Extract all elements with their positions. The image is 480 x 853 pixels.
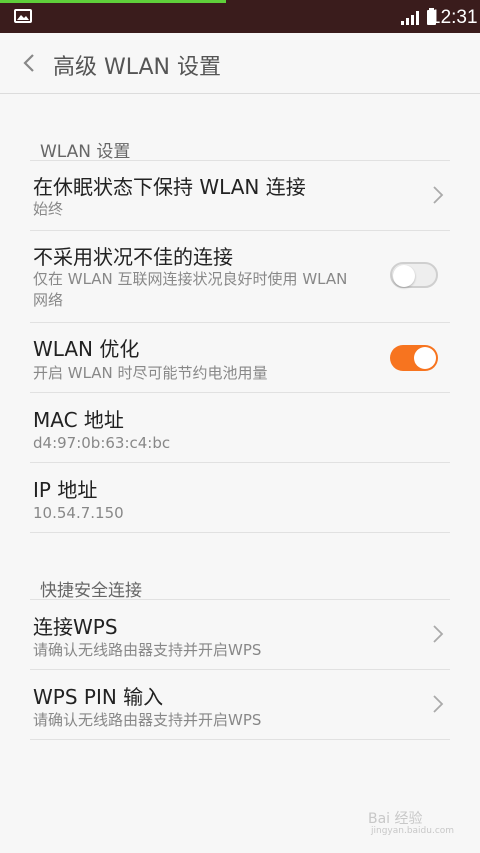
chevron-right-icon [433,186,444,204]
status-bar: 12:31 [0,0,480,33]
chevron-left-icon[interactable] [18,51,40,75]
watermark-sub: jingyan.baidu.com [371,826,455,836]
toggle-knob [414,347,436,369]
photo-icon [14,9,32,23]
wlan-optimization-toggle[interactable] [390,345,438,371]
setting-description: 请确认无线路由器支持并开启WPS [33,711,262,729]
setting-label: WPS PIN 输入 [33,685,164,709]
setting-wlan-optimization[interactable]: WLAN 优化 开启 WLAN 时尽可能节约电池用量 [30,323,450,393]
watermark: Bai 经验 jingyan.baidu.com [368,808,454,836]
chevron-right-icon [433,695,444,713]
setting-label: 在休眠状态下保持 WLAN 连接 [33,175,306,199]
page-title: 高级 WLAN 设置 [53,55,222,80]
setting-avoid-poor-connection[interactable]: 不采用状况不佳的连接 仅在 WLAN 互联网连接状况良好时使用 WLAN 网络 [30,231,450,323]
toggle-knob [393,265,415,287]
avoid-poor-connection-toggle[interactable] [390,262,438,288]
setting-description: 仅在 WLAN 互联网连接状况良好时使用 WLAN 网络 [33,270,348,309]
setting-connect-wps[interactable]: 连接WPS 请确认无线路由器支持并开启WPS [30,600,450,670]
section-title-wps: 快捷安全连接 [40,581,142,601]
app-header: 高级 WLAN 设置 [0,33,480,94]
setting-label: MAC 地址 [33,408,124,432]
chevron-right-icon [433,625,444,643]
setting-value: 始终 [33,200,64,218]
section-title-wlan: WLAN 设置 [40,142,131,162]
setting-label: 连接WPS [33,615,118,639]
setting-label: 不采用状况不佳的连接 [33,245,233,269]
setting-label: WLAN 优化 [33,337,140,361]
setting-keep-wlan-on-sleep[interactable]: 在休眠状态下保持 WLAN 连接 始终 [30,161,450,231]
ip-address-value: 10.54.7.150 [33,504,124,522]
setting-description: 开启 WLAN 时尽可能节约电池用量 [33,364,268,382]
loading-progress-bar [0,0,226,3]
setting-label: IP 地址 [33,478,98,502]
watermark-text: Bai 经验 [368,811,423,827]
signal-icon [401,11,419,25]
setting-ip-address: IP 地址 10.54.7.150 [30,463,450,533]
setting-description: 请确认无线路由器支持并开启WPS [33,641,262,659]
setting-wps-pin[interactable]: WPS PIN 输入 请确认无线路由器支持并开启WPS [30,670,450,740]
status-time: 12:31 [430,7,478,28]
setting-mac-address: MAC 地址 d4:97:0b:63:c4:bc [30,393,450,463]
mac-address-value: d4:97:0b:63:c4:bc [33,434,171,452]
